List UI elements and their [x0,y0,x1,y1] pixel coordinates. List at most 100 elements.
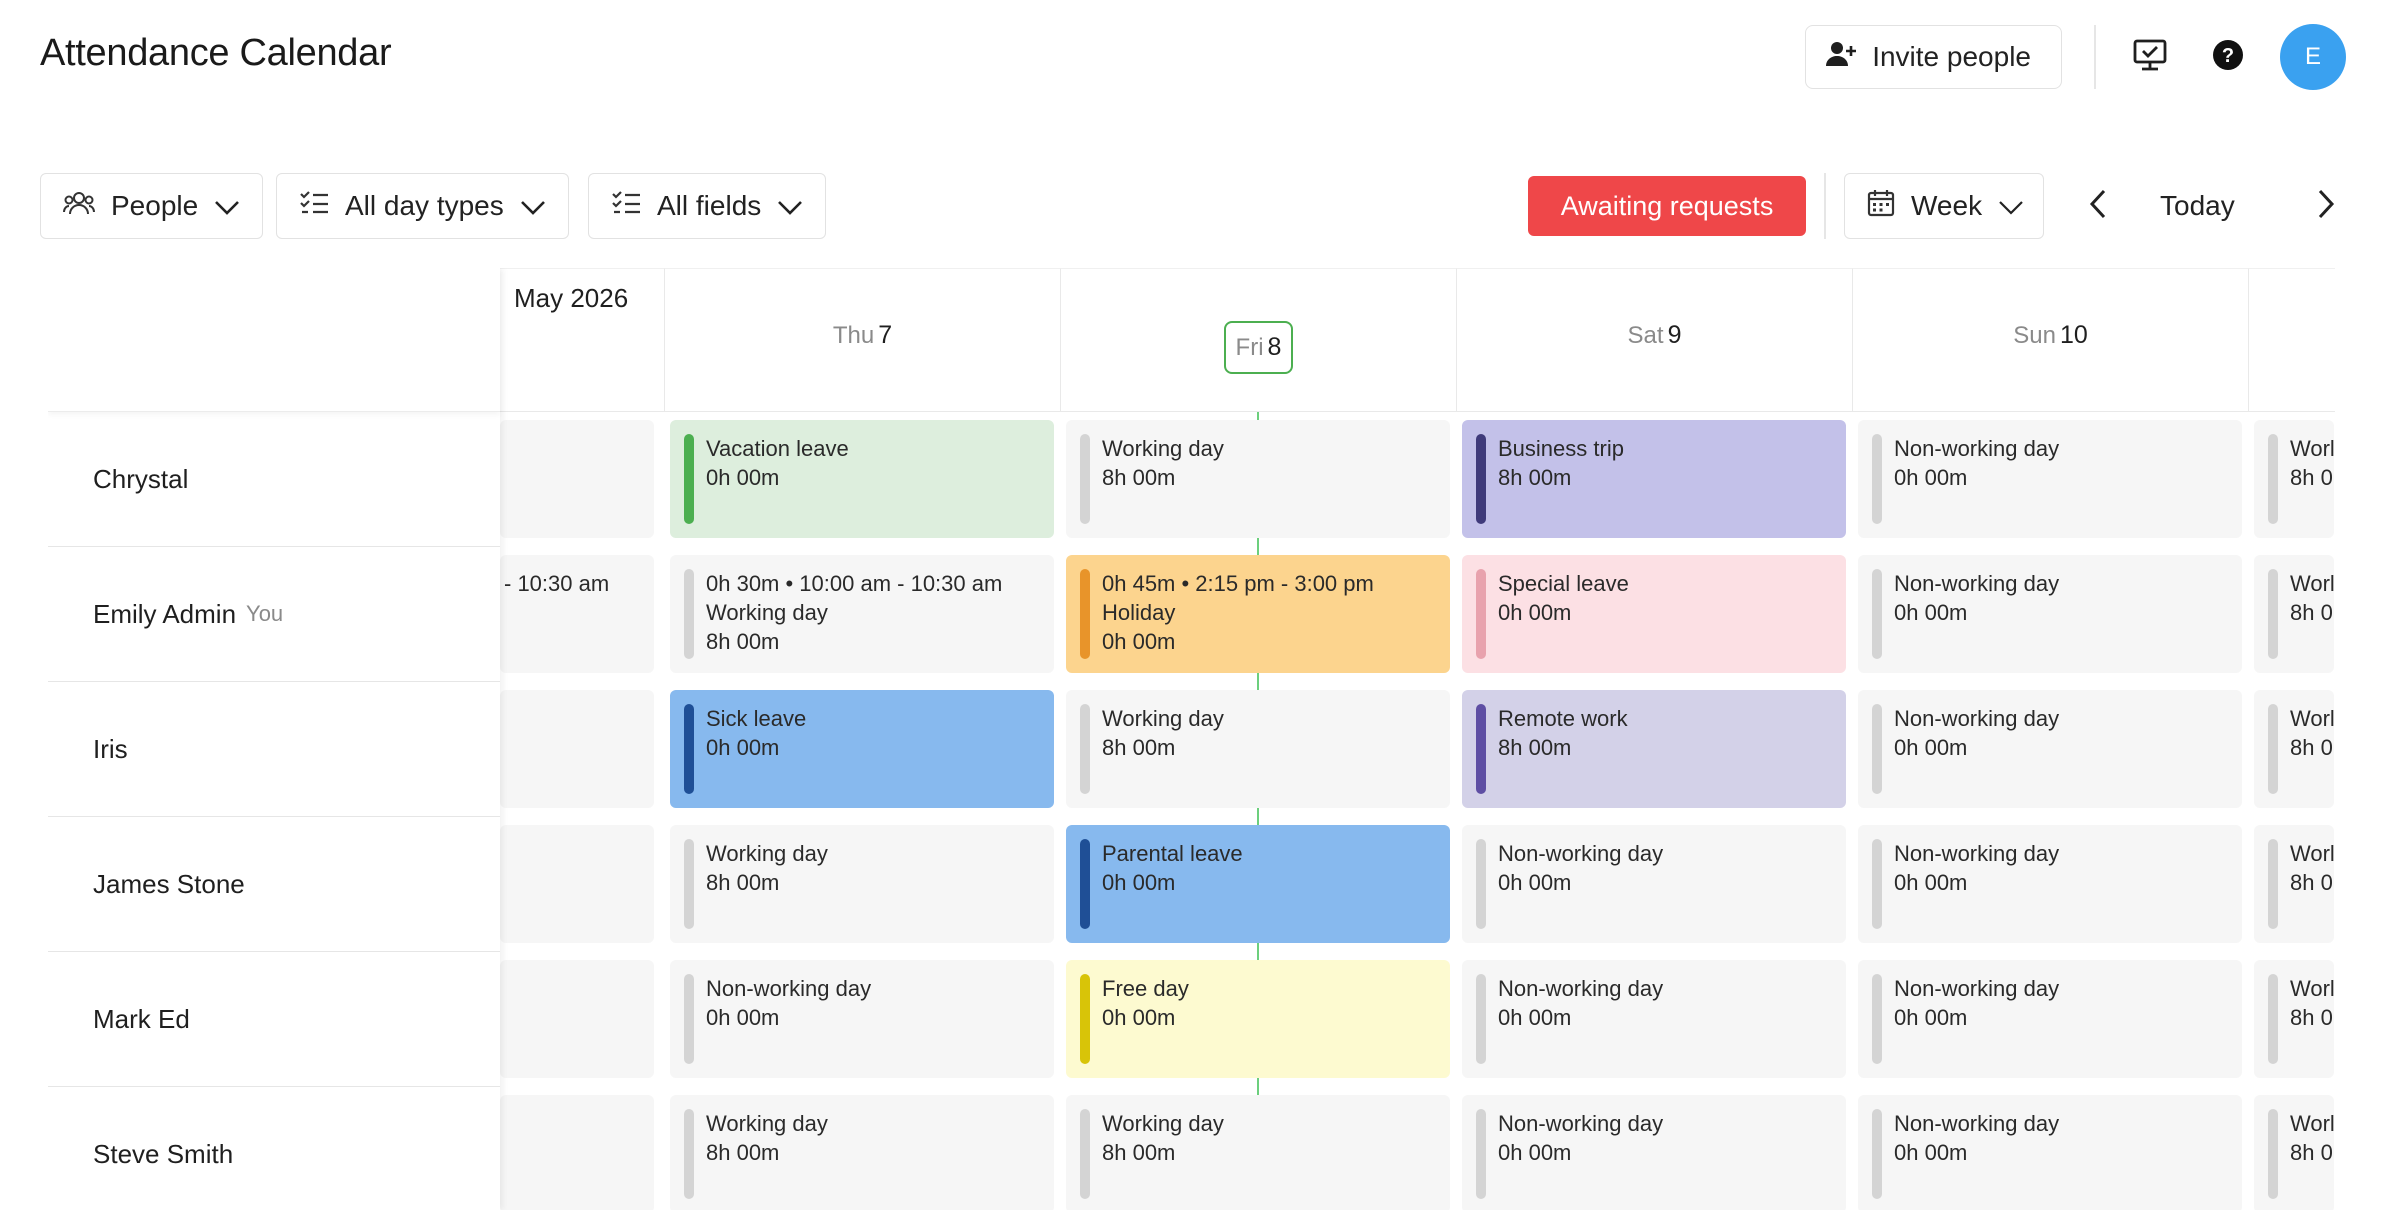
person-name: Iris [93,733,128,764]
day-type-bar [2268,569,2278,659]
day-entry-cell[interactable] [500,690,654,808]
previous-week-button[interactable] [2076,173,2120,239]
day-label: Sat 9 [1457,321,1852,350]
day-entry-cell[interactable]: Worl 8h 0 [2254,825,2334,943]
day-entry-cell[interactable]: Non-working day 0h 00m [1462,825,1846,943]
person-row[interactable]: Emily Admin You [48,547,500,682]
day-entry-cell[interactable]: Working day 8h 00m [670,1095,1054,1210]
day-entry-cell[interactable]: Non-working day 0h 00m [1858,960,2242,1078]
day-type-bar [1872,974,1882,1064]
day-entry-cell[interactable]: Worl 8h 0 [2254,555,2334,673]
entry-line: Worl [2290,571,2334,596]
calendar-icon [1867,189,1895,224]
person-row[interactable]: Iris [48,682,500,817]
entry-text: Working day 8h 00m [1102,1109,1224,1167]
day-entry-cell[interactable]: Working day 8h 00m [670,825,1054,943]
entry-text: Worl 8h 0 [2290,974,2334,1032]
day-type-bar [1080,704,1090,794]
fields-filter-button[interactable]: All fields [588,173,827,239]
day-entry-cell[interactable]: Free day 0h 00m [1066,960,1450,1078]
entry-line: Worl [2290,976,2334,1001]
day-entry-cell[interactable] [500,960,654,1078]
calendar-grid: May 2026 Thu 7 Fri 8 Sat 9 Sun 10 Vacation leave… [500,268,2335,1210]
fields-filter-label: All fields [657,190,762,221]
day-entry-cell[interactable]: Non-working day 0h 00m [1858,825,2242,943]
day-entry-cell[interactable]: Worl 8h 0 [2254,420,2334,538]
entry-line: 0h 00m [1498,870,1572,895]
day-entry-cell[interactable] [500,1095,654,1210]
day-entry-cell[interactable]: Working day 8h 00m [1066,690,1450,808]
day-entry-cell[interactable]: Parental leave 0h 00m [1066,825,1450,943]
day-entry-cell[interactable]: Special leave 0h 00m [1462,555,1846,673]
entry-line: Sick leave [706,706,807,731]
day-entry-cell[interactable]: Non-working day 0h 00m [1858,690,2242,808]
person-row[interactable]: Steve Smith [48,1087,500,1210]
entry-line: Worl [2290,706,2334,731]
entry-text: Working day 8h 00m [1102,704,1224,762]
entry-text: Non-working day 0h 00m [1894,569,2059,627]
day-type-bar [1872,839,1882,929]
day-entry-cell[interactable]: - 10:30 am [500,555,654,673]
day-header-sun: Sun 10 [1852,268,2248,412]
entry-line: 0h 00m [1102,870,1176,895]
toolbar-divider [1824,173,1826,239]
day-entry-cell[interactable]: Non-working day 0h 00m [1858,555,2242,673]
day-entry-cell[interactable]: Working day 8h 00m [1066,1095,1450,1210]
help-button[interactable]: ? [2196,25,2260,89]
today-button[interactable]: Today [2160,173,2235,239]
day-entry-cell[interactable] [500,825,654,943]
person-name: Mark Ed [93,1003,190,1034]
person-row[interactable]: Mark Ed [48,952,500,1087]
invite-people-button[interactable]: Invite people [1805,25,2062,89]
people-filter-label: People [111,190,199,221]
entry-text: Non-working day 0h 00m [1894,974,2059,1032]
view-select-button[interactable]: Week [1844,173,2044,239]
day-entry-cell[interactable]: Non-working day 0h 00m [670,960,1054,1078]
day-entry-cell[interactable]: 0h 30m • 10:00 am - 10:30 am Working day 8… [670,555,1054,673]
day-entry-cell[interactable]: Non-working day 0h 00m [1858,1095,2242,1210]
entry-text: Working day 8h 00m [706,839,828,897]
day-entry-cell[interactable]: Worl 8h 0 [2254,1095,2334,1210]
day-entry-cell[interactable]: Working day 8h 00m [1066,420,1450,538]
next-week-button[interactable] [2304,173,2348,239]
day-type-bar [1080,974,1090,1064]
people-column: Chrystal Emily Admin You Iris James Stone Mar… [48,268,500,1210]
person-row[interactable]: Chrystal [48,412,500,547]
day-types-filter-button[interactable]: All day types [276,173,569,239]
entry-text: Worl 8h 0 [2290,569,2334,627]
day-entry-cell[interactable]: Vacation leave 0h 00m [670,420,1054,538]
day-type-bar [1872,569,1882,659]
entry-line: Non-working day [1498,976,1664,1001]
kiosk-button[interactable] [2118,25,2182,89]
day-entry-cell[interactable]: Sick leave 0h 00m [670,690,1054,808]
day-of-week: Thu [832,322,875,349]
entry-line: 0h 45m • 2:15 pm - 3:00 pm [1102,571,1374,596]
day-entry-cell[interactable]: Non-working day 0h 00m [1858,420,2242,538]
day-entry-cell[interactable]: 0h 45m • 2:15 pm - 3:00 pm Holiday 0h 00m [1066,555,1450,673]
entry-line: Parental leave [1102,841,1243,866]
day-type-bar [1080,434,1090,524]
entry-text: Sick leave 0h 00m [706,704,806,762]
day-entry-cell[interactable]: Remote work 8h 00m [1462,690,1846,808]
day-type-bar [1080,569,1090,659]
day-type-bar [1872,704,1882,794]
person-row[interactable]: James Stone [48,817,500,952]
day-entry-cell[interactable]: Business trip 8h 00m [1462,420,1846,538]
people-filter-button[interactable]: People [40,173,264,239]
day-entry-cell[interactable]: Worl 8h 0 [2254,960,2334,1078]
day-type-bar [2268,839,2278,929]
awaiting-requests-button[interactable]: Awaiting requests [1528,176,1806,236]
day-entry-cell[interactable]: Non-working day 0h 00m [1462,1095,1846,1210]
invite-people-label: Invite people [1872,41,2031,72]
day-entry-cell[interactable]: Worl 8h 0 [2254,690,2334,808]
day-of-week: Fri [1235,334,1264,361]
day-type-bar [2268,434,2278,524]
day-entry-cell[interactable] [500,420,654,538]
day-number: 10 [2059,321,2088,349]
chevron-left-icon [2089,189,2107,224]
person-name: James Stone [93,868,245,899]
people-icon [63,190,95,223]
add-person-icon [1826,40,1858,75]
user-avatar[interactable]: E [2280,24,2346,90]
day-entry-cell[interactable]: Non-working day 0h 00m [1462,960,1846,1078]
